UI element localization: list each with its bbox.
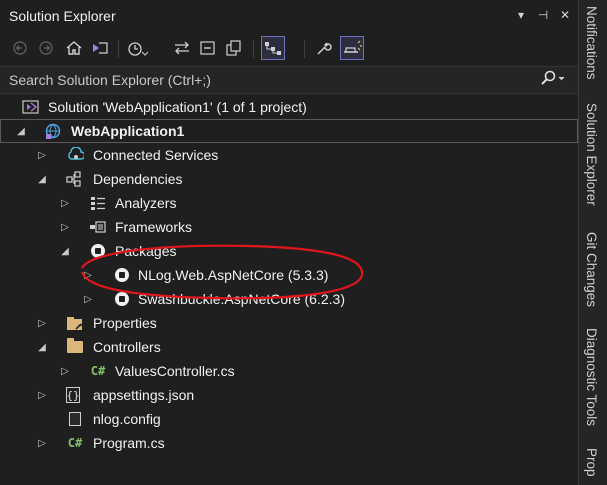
properties-wrench-icon[interactable] (312, 36, 336, 60)
tree-item-project[interactable]: ◢ WebApplication1 (0, 119, 578, 143)
tree-item-packages[interactable]: ◢ Packages (0, 239, 578, 263)
json-file-icon: {} (66, 387, 80, 403)
tab-git-changes[interactable]: Git Changes (584, 232, 599, 307)
connected-services-icon (66, 146, 84, 164)
collapsed-arrow-icon[interactable]: ▷ (59, 222, 71, 233)
search-input[interactable]: Search Solution Explorer (Ctrl+;) (9, 72, 211, 88)
collapsed-arrow-icon[interactable]: ▷ (59, 366, 71, 377)
tree-item-solution[interactable]: Solution 'WebApplication1' (1 of 1 proje… (0, 95, 578, 119)
project-label: WebApplication1 (71, 123, 185, 139)
controllers-label: Controllers (93, 339, 161, 355)
tree-item-controllers[interactable]: ◢ Controllers (0, 335, 578, 359)
csharp-file-icon: C# (90, 364, 106, 378)
preview-selected-items-icon[interactable] (340, 36, 364, 60)
analyzers-icon (89, 194, 107, 212)
expanded-arrow-icon[interactable]: ◢ (36, 342, 48, 353)
nlog-config-label: nlog.config (93, 411, 161, 427)
packages-label: Packages (115, 243, 177, 259)
collapsed-arrow-icon[interactable]: ▷ (82, 294, 94, 305)
tree-item-program[interactable]: ▷ C# Program.cs (0, 431, 578, 455)
close-icon[interactable]: ✕ (558, 8, 572, 22)
analyzers-label: Analyzers (115, 195, 177, 211)
tab-notifications[interactable]: Notifications (584, 6, 599, 80)
tab-diagnostic-tools[interactable]: Diagnostic Tools (584, 328, 599, 426)
view-hierarchy-icon[interactable] (261, 36, 285, 60)
tab-properties[interactable]: Prop (584, 448, 599, 477)
connected-services-label: Connected Services (93, 147, 219, 163)
folder-icon (66, 338, 84, 356)
collapsed-arrow-icon[interactable]: ▷ (82, 270, 94, 281)
collapsed-arrow-icon[interactable]: ▷ (36, 150, 48, 161)
forward-icon[interactable] (34, 36, 58, 60)
dependencies-icon (66, 170, 84, 188)
properties-folder-icon (66, 314, 84, 332)
tree-item-nlog-config[interactable]: nlog.config (0, 407, 578, 431)
program-label: Program.cs (93, 435, 165, 451)
csharp-file-icon: C# (67, 436, 83, 450)
back-icon[interactable] (8, 36, 32, 60)
panel-title: Solution Explorer (9, 8, 116, 24)
collapsed-arrow-icon[interactable]: ▷ (36, 438, 48, 449)
sync-with-document-icon[interactable] (170, 36, 194, 60)
nuget-package-icon (113, 290, 131, 308)
search-icon[interactable] (540, 70, 566, 90)
collapsed-arrow-icon[interactable]: ▷ (59, 198, 71, 209)
collapsed-arrow-icon[interactable]: ▷ (36, 390, 48, 401)
packages-icon (89, 242, 107, 260)
solution-icon (22, 98, 40, 116)
web-project-icon (44, 122, 62, 140)
tree-item-properties[interactable]: ▷ Properties (0, 311, 578, 335)
title-controls: ▾ ⊣ ✕ (514, 8, 572, 22)
window-position-dropdown-icon[interactable]: ▾ (514, 8, 528, 22)
solution-explorer-panel: Solution Explorer ▾ ⊣ ✕ Search Solution … (0, 0, 578, 485)
config-file-icon (66, 410, 84, 428)
nuget-package-icon (113, 266, 131, 284)
search-box[interactable]: Search Solution Explorer (Ctrl+;) (0, 66, 578, 94)
expanded-arrow-icon[interactable]: ◢ (15, 126, 27, 137)
tree-item-connected-services[interactable]: ▷ Connected Services (0, 143, 578, 167)
values-controller-label: ValuesController.cs (115, 363, 235, 379)
tab-solution-explorer[interactable]: Solution Explorer (584, 103, 599, 206)
package-nlog-label: NLog.Web.AspNetCore (5.3.3) (138, 267, 329, 283)
tree-item-values-controller[interactable]: ▷ C# ValuesController.cs (0, 359, 578, 383)
toolbar (0, 32, 578, 66)
tree-item-analyzers[interactable]: ▷ Analyzers (0, 191, 578, 215)
frameworks-label: Frameworks (115, 219, 193, 235)
expanded-arrow-icon[interactable]: ◢ (59, 246, 71, 257)
solution-label: Solution 'WebApplication1' (1 of 1 proje… (48, 99, 307, 115)
appsettings-label: appsettings.json (93, 387, 195, 403)
collapse-all-icon[interactable] (196, 36, 220, 60)
tree-item-package-nlog[interactable]: ▷ NLog.Web.AspNetCore (5.3.3) (0, 263, 578, 287)
tree-item-appsettings[interactable]: ▷ {} appsettings.json (0, 383, 578, 407)
package-swashbuckle-label: Swashbuckle.AspNetCore (6.2.3) (138, 291, 345, 307)
expanded-arrow-icon[interactable]: ◢ (36, 174, 48, 185)
show-all-files-icon[interactable] (222, 36, 246, 60)
panel-titlebar: Solution Explorer ▾ ⊣ ✕ (0, 0, 578, 32)
collapsed-arrow-icon[interactable]: ▷ (36, 318, 48, 329)
properties-label: Properties (93, 315, 157, 331)
home-icon[interactable] (62, 36, 86, 60)
visual-studio-switch-views-icon[interactable] (88, 36, 112, 60)
side-tab-strip: Notifications Solution Explorer Git Chan… (578, 0, 607, 485)
frameworks-icon (89, 218, 107, 236)
pin-icon[interactable]: ⊣ (536, 8, 550, 22)
tree-item-frameworks[interactable]: ▷ Frameworks (0, 215, 578, 239)
tree-item-dependencies[interactable]: ◢ Dependencies (0, 167, 578, 191)
dependencies-label: Dependencies (93, 171, 183, 187)
tree-item-package-swashbuckle[interactable]: ▷ Swashbuckle.AspNetCore (6.2.3) (0, 287, 578, 311)
pending-changes-filter-icon[interactable] (126, 36, 150, 60)
